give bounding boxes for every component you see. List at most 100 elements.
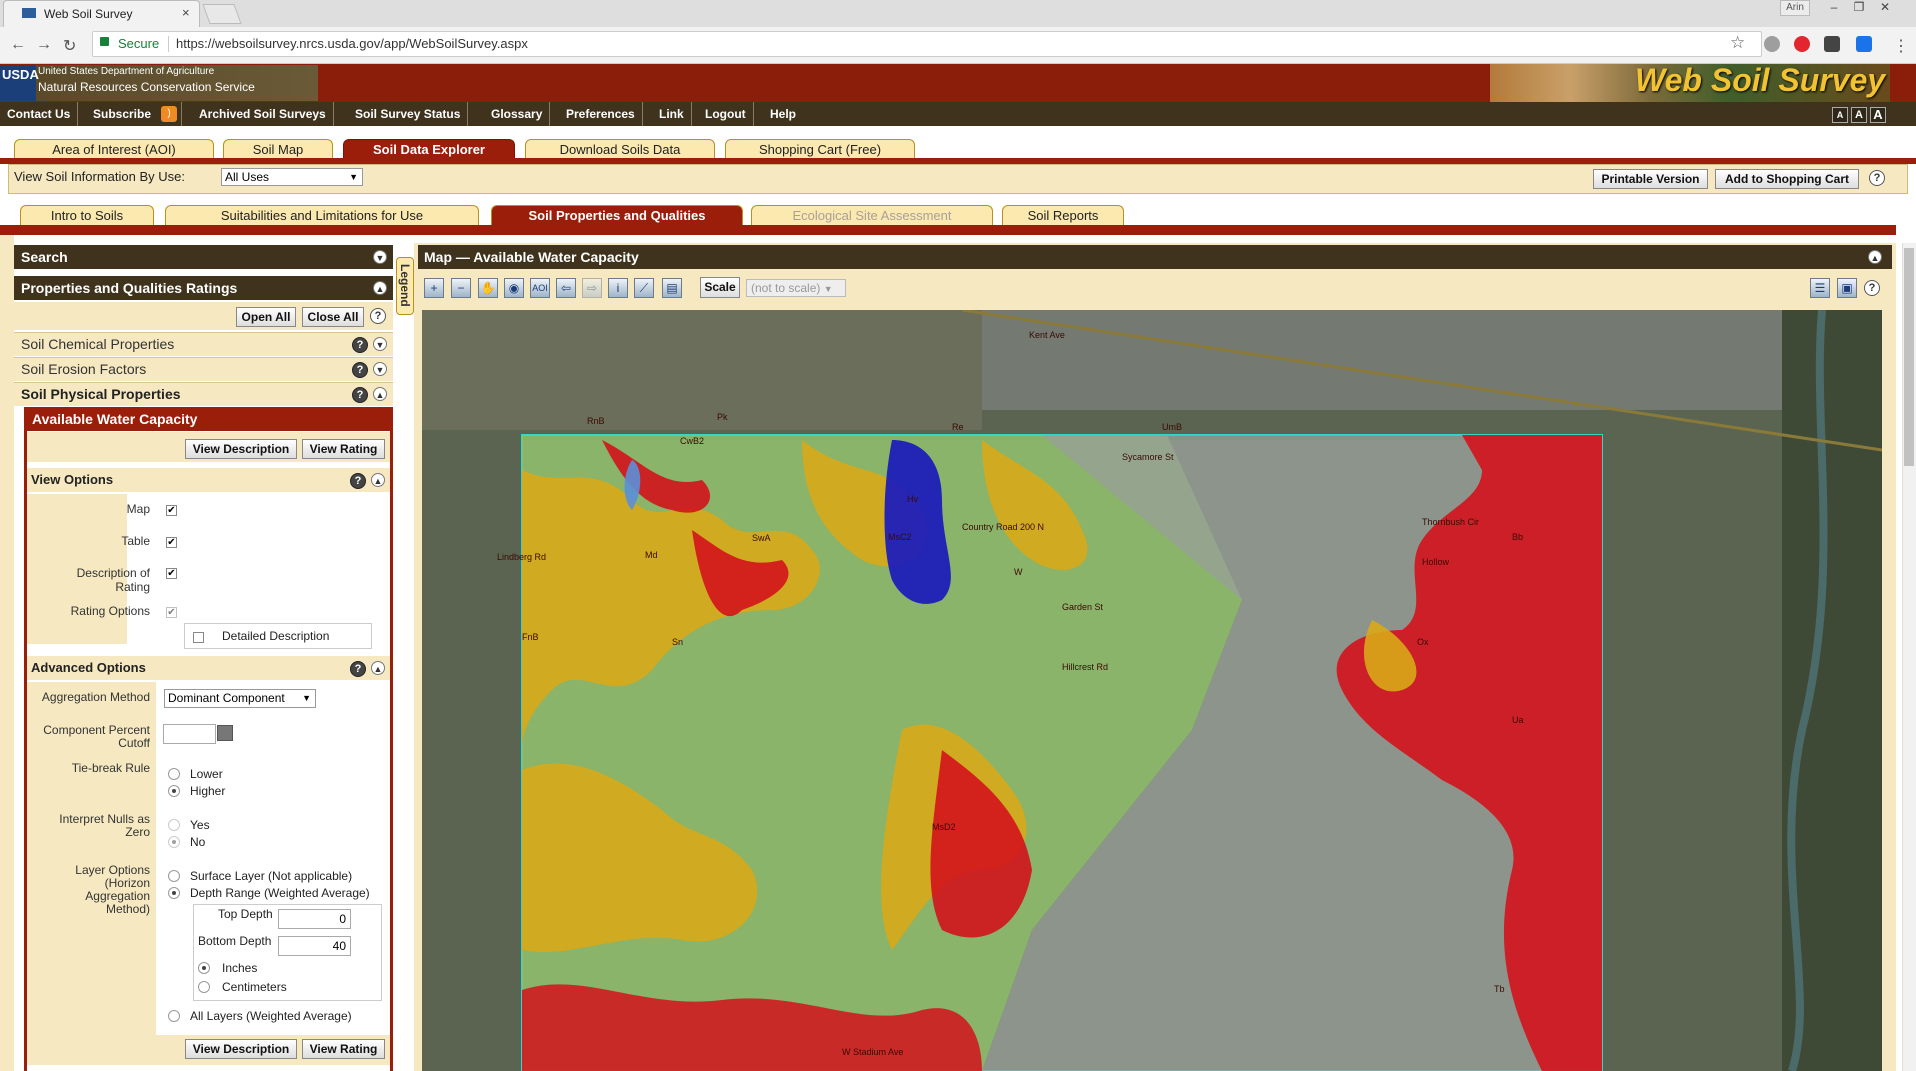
extension-icon[interactable]: [1856, 36, 1872, 52]
bookmark-star-icon[interactable]: ☆: [1730, 33, 1745, 53]
chevron-up-icon[interactable]: ▲: [371, 473, 385, 487]
nav-glossary[interactable]: Glossary: [484, 102, 551, 126]
zoom-in-icon[interactable]: +: [424, 278, 444, 298]
rss-icon[interactable]: ): [161, 106, 177, 122]
aggregation-method-select[interactable]: Dominant Component ▼: [164, 689, 316, 708]
tab-shopping-cart[interactable]: Shopping Cart (Free): [725, 139, 915, 159]
restore-icon[interactable]: ❐: [1848, 0, 1870, 14]
zoom-to-aoi-icon[interactable]: AOI: [530, 278, 550, 298]
layers-icon[interactable]: ☰: [1810, 278, 1830, 298]
map-checkbox[interactable]: ✔: [166, 505, 177, 516]
view-description-button-bottom[interactable]: View Description: [185, 1039, 297, 1059]
previous-extent-icon[interactable]: ⇦: [556, 278, 576, 298]
map-image-icon[interactable]: ▣: [1837, 278, 1857, 298]
nav-link[interactable]: Link: [652, 102, 692, 126]
font-size-medium-button[interactable]: A: [1851, 107, 1867, 123]
tab-soil-map[interactable]: Soil Map: [223, 139, 333, 159]
search-header[interactable]: Search: [14, 245, 393, 269]
font-size-large-button[interactable]: A: [1870, 107, 1886, 123]
advanced-options-header[interactable]: Advanced Options: [27, 656, 390, 680]
scrollbar-thumb[interactable]: [1904, 248, 1914, 466]
cutoff-input[interactable]: [163, 724, 216, 744]
nav-logout[interactable]: Logout: [698, 102, 754, 126]
ratings-header[interactable]: Properties and Qualities Ratings: [14, 276, 393, 300]
tab-intro-to-soils[interactable]: Intro to Soils: [20, 205, 154, 225]
nav-help[interactable]: Help: [763, 102, 803, 126]
view-options-header[interactable]: View Options: [27, 468, 390, 492]
description-checkbox[interactable]: ✔: [166, 568, 177, 579]
help-icon[interactable]: ?: [352, 362, 368, 378]
url-text[interactable]: https://websoilsurvey.nrcs.usda.gov/app/…: [176, 36, 528, 51]
section-soil-physical-properties[interactable]: Soil Physical Properties: [14, 382, 393, 406]
zoom-out-icon[interactable]: −: [451, 278, 471, 298]
view-description-button[interactable]: View Description: [185, 439, 297, 459]
legend-tab[interactable]: Legend: [396, 257, 414, 315]
nav-contact-us[interactable]: Contact Us: [0, 102, 79, 126]
full-extent-icon[interactable]: ◉: [504, 278, 524, 298]
chevron-up-icon[interactable]: ▲: [373, 281, 387, 295]
identify-icon[interactable]: i: [608, 278, 628, 298]
add-to-shopping-cart-button[interactable]: Add to Shopping Cart: [1715, 169, 1859, 189]
opera-extension-icon[interactable]: [1794, 36, 1810, 52]
soil-map[interactable]: Kent Ave Lindberg Rd Country Road 200 N …: [422, 310, 1882, 1071]
tab-download-soils-data[interactable]: Download Soils Data: [525, 139, 715, 159]
minimize-icon[interactable]: –: [1823, 0, 1845, 14]
chrome-menu-icon[interactable]: ⋮: [1893, 36, 1909, 56]
chevron-up-icon[interactable]: ▲: [373, 387, 387, 401]
nav-soil-survey-status[interactable]: Soil Survey Status: [348, 102, 469, 126]
close-all-button[interactable]: Close All: [302, 307, 364, 327]
chevron-down-icon[interactable]: ▼: [373, 250, 387, 264]
tie-break-lower-radio[interactable]: [168, 768, 180, 780]
back-icon[interactable]: ←: [10, 36, 26, 54]
help-icon[interactable]: ?: [1864, 280, 1880, 296]
chevron-up-icon[interactable]: ▲: [371, 661, 385, 675]
pan-hand-icon[interactable]: ✋: [478, 278, 498, 298]
section-soil-chemical-properties[interactable]: Soil Chemical Properties: [14, 332, 393, 356]
inches-radio[interactable]: [198, 962, 210, 974]
profile-button[interactable]: Arin: [1780, 0, 1810, 16]
reload-icon[interactable]: ↻: [63, 36, 76, 56]
depth-range-radio[interactable]: [168, 887, 180, 899]
new-tab-button[interactable]: [202, 4, 242, 24]
help-icon[interactable]: ?: [350, 473, 366, 489]
chevron-down-icon[interactable]: ▼: [373, 362, 387, 376]
use-select[interactable]: All Uses ▼: [221, 168, 363, 186]
printable-version-button[interactable]: Printable Version: [1593, 169, 1708, 189]
measure-icon[interactable]: ⟋: [634, 278, 654, 298]
export-icon[interactable]: ▤: [662, 278, 682, 298]
calculator-icon[interactable]: [217, 725, 233, 741]
nav-preferences[interactable]: Preferences: [559, 102, 643, 126]
awc-header[interactable]: Available Water Capacity: [24, 407, 393, 431]
browser-tab[interactable]: Web Soil Survey ×: [3, 0, 200, 27]
bottom-depth-input[interactable]: 40: [278, 936, 351, 956]
all-layers-radio[interactable]: [168, 1010, 180, 1022]
tab-soil-reports[interactable]: Soil Reports: [1002, 205, 1124, 225]
tab-soil-properties-and-qualities[interactable]: Soil Properties and Qualities: [491, 205, 743, 225]
section-soil-erosion-factors[interactable]: Soil Erosion Factors: [14, 357, 393, 381]
tab-close-icon[interactable]: ×: [182, 5, 190, 20]
surface-layer-radio[interactable]: [168, 870, 180, 882]
extension-icon[interactable]: [1824, 36, 1840, 52]
tab-suitabilities-and-limitations[interactable]: Suitabilities and Limitations for Use: [165, 205, 479, 225]
help-icon[interactable]: ?: [370, 308, 386, 324]
nav-archived-soil-surveys[interactable]: Archived Soil Surveys: [192, 102, 334, 126]
forward-icon[interactable]: →: [36, 36, 52, 54]
tab-area-of-interest[interactable]: Area of Interest (AOI): [14, 139, 214, 159]
close-window-icon[interactable]: ✕: [1874, 0, 1896, 14]
detailed-description-checkbox[interactable]: [193, 632, 204, 643]
table-checkbox[interactable]: ✔: [166, 537, 177, 548]
view-rating-button[interactable]: View Rating: [302, 439, 385, 459]
open-all-button[interactable]: Open All: [236, 307, 296, 327]
help-icon[interactable]: ?: [1869, 170, 1885, 186]
scale-button[interactable]: Scale: [700, 277, 740, 298]
tab-soil-data-explorer[interactable]: Soil Data Explorer: [343, 139, 515, 159]
help-icon[interactable]: ?: [352, 337, 368, 353]
centimeters-radio[interactable]: [198, 981, 210, 993]
help-icon[interactable]: ?: [350, 661, 366, 677]
help-icon[interactable]: ?: [352, 387, 368, 403]
extension-icon[interactable]: [1764, 36, 1780, 52]
font-size-small-button[interactable]: A: [1832, 107, 1848, 123]
chevron-up-icon[interactable]: ▲: [1868, 250, 1882, 264]
view-rating-button-bottom[interactable]: View Rating: [302, 1039, 385, 1059]
top-depth-input[interactable]: 0: [278, 909, 351, 929]
